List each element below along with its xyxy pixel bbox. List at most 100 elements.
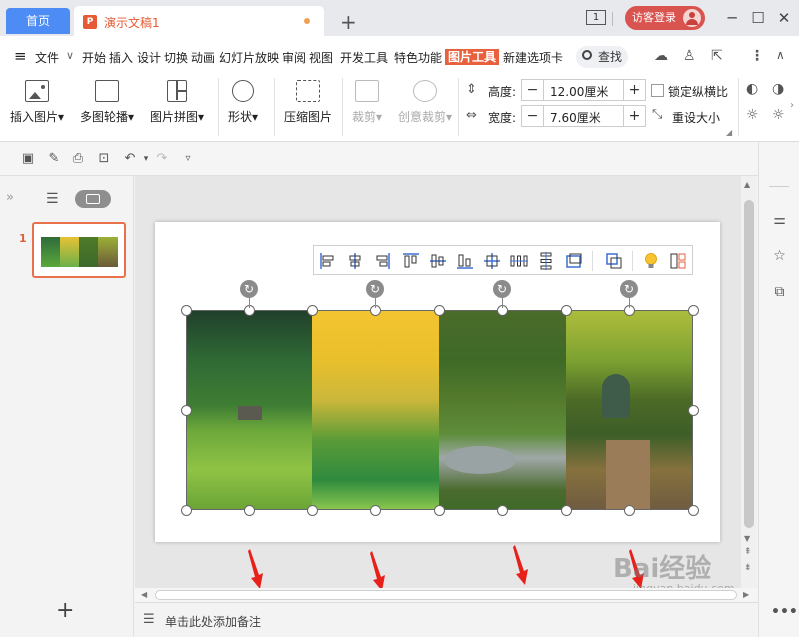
print-preview-icon[interactable]: ⊡ bbox=[96, 151, 112, 167]
tab-document[interactable]: P 演示文稿1 bbox=[74, 6, 324, 36]
align-center-icon[interactable] bbox=[345, 251, 365, 271]
height-decrease-button[interactable]: − bbox=[522, 80, 544, 100]
garden-path-image[interactable] bbox=[566, 310, 693, 510]
slide-thumbnail[interactable] bbox=[32, 222, 126, 278]
resize-handle[interactable] bbox=[180, 404, 192, 416]
multi-carousel-button[interactable]: 多图轮播▾ bbox=[80, 80, 134, 125]
distribute-vertical-icon[interactable] bbox=[536, 251, 556, 271]
chevron-down-icon[interactable]: ∨ bbox=[66, 48, 74, 64]
height-increase-button[interactable]: + bbox=[623, 80, 645, 100]
resize-handle[interactable] bbox=[560, 504, 572, 516]
lock-ratio-checkbox[interactable] bbox=[651, 84, 664, 97]
minimize-button[interactable]: ─ bbox=[722, 8, 742, 28]
resize-handle[interactable] bbox=[623, 504, 635, 516]
resize-handle[interactable] bbox=[180, 304, 192, 316]
resize-handle[interactable] bbox=[243, 504, 255, 516]
scroll-right-icon[interactable]: ▶ bbox=[743, 590, 749, 599]
slide-transition-icon[interactable]: ⧉ bbox=[771, 284, 788, 301]
height-field[interactable]: − 12.00厘米 + bbox=[521, 79, 646, 101]
save-icon[interactable]: ▣ bbox=[20, 151, 36, 167]
resize-handle[interactable] bbox=[306, 304, 318, 316]
insert-picture-button[interactable]: 插入图片▾ bbox=[10, 80, 64, 125]
add-slide-button[interactable]: + bbox=[56, 600, 74, 622]
picture-collage-button[interactable]: 图片拼图▾ bbox=[150, 80, 204, 125]
window-count-button[interactable]: 1 bbox=[586, 10, 606, 25]
reset-size-button[interactable]: 重设大小 bbox=[672, 109, 720, 126]
horizontal-scroll-thumb[interactable] bbox=[155, 590, 737, 600]
outline-view-icon[interactable]: ☰ bbox=[46, 192, 59, 206]
guest-login-button[interactable]: 访客登录 bbox=[625, 6, 705, 30]
resize-handle[interactable] bbox=[496, 504, 508, 516]
menu-new-tab[interactable]: 新建选项卡 bbox=[503, 50, 563, 66]
rotate-handle-icon[interactable]: ↻ bbox=[240, 280, 258, 298]
resize-handle[interactable] bbox=[433, 504, 445, 516]
next-slide-icon[interactable]: ⇟ bbox=[744, 564, 752, 573]
maximize-button[interactable]: ☐ bbox=[748, 8, 768, 28]
align-left-icon[interactable] bbox=[318, 251, 338, 271]
color-adjust-icon[interactable]: ◐ bbox=[746, 81, 758, 97]
ribbon-scroll-right-icon[interactable]: › bbox=[790, 100, 794, 111]
contrast-icon[interactable]: ◑ bbox=[772, 81, 784, 97]
new-tab-button[interactable]: + bbox=[340, 12, 357, 32]
distribute-horizontal-icon[interactable] bbox=[509, 251, 529, 271]
properties-icon[interactable]: ⚌ bbox=[771, 212, 788, 229]
slide[interactable]: ↻ ↻ ↻ ↻ bbox=[155, 222, 720, 542]
menu-view[interactable]: 视图 bbox=[309, 50, 333, 66]
align-bottom-icon[interactable] bbox=[455, 251, 475, 271]
width-increase-button[interactable]: + bbox=[623, 106, 645, 126]
resize-handle[interactable] bbox=[687, 304, 699, 316]
tree-pond-image[interactable] bbox=[439, 310, 566, 510]
menu-special-features[interactable]: 特色功能 bbox=[394, 50, 442, 66]
tab-home[interactable]: 首页 bbox=[6, 8, 70, 34]
vertical-scrollbar[interactable]: ▲ ▼ ⇞ ⇟ bbox=[741, 176, 757, 588]
align-center-both-icon[interactable] bbox=[482, 251, 502, 271]
shape-button[interactable]: 形状▾ bbox=[228, 80, 258, 125]
menu-transitions[interactable]: 切换 bbox=[164, 50, 188, 66]
menu-review[interactable]: 审阅 bbox=[282, 50, 306, 66]
menu-design[interactable]: 设计 bbox=[137, 50, 161, 66]
rotate-handle-icon[interactable]: ↻ bbox=[366, 280, 384, 298]
grass-closeup-image[interactable] bbox=[312, 310, 439, 510]
width-decrease-button[interactable]: − bbox=[522, 106, 544, 126]
add-user-icon[interactable]: ♙ bbox=[683, 48, 696, 64]
menu-picture-tools[interactable]: 图片工具 bbox=[445, 49, 500, 65]
crop-button[interactable]: 裁剪▾ bbox=[352, 80, 382, 125]
rotate-handle-icon[interactable]: ↻ bbox=[493, 280, 511, 298]
menu-file[interactable]: 文件 bbox=[35, 50, 59, 66]
vertical-scroll-thumb[interactable] bbox=[744, 200, 754, 528]
more-icon[interactable]: ••• bbox=[771, 604, 798, 621]
align-right-icon[interactable] bbox=[372, 251, 392, 271]
resize-handle[interactable] bbox=[687, 504, 699, 516]
forest-meadow-image[interactable] bbox=[186, 310, 312, 510]
fit-to-slide-icon[interactable] bbox=[564, 251, 584, 271]
more-vertical-icon[interactable]: ⋮ bbox=[750, 48, 764, 64]
collapse-ribbon-icon[interactable]: ∧ bbox=[776, 48, 785, 62]
expand-panel-icon[interactable]: » bbox=[6, 190, 14, 205]
redo-icon[interactable]: ↷ bbox=[154, 151, 170, 167]
print-icon[interactable]: ⎙ bbox=[70, 151, 86, 167]
menu-insert[interactable]: 插入 bbox=[109, 50, 133, 66]
resize-handle[interactable] bbox=[180, 504, 192, 516]
menu-slideshow[interactable]: 幻灯片放映 bbox=[219, 50, 279, 66]
resize-handle[interactable] bbox=[687, 404, 699, 416]
close-button[interactable]: ✕ bbox=[774, 8, 794, 28]
hamburger-icon[interactable]: ≡ bbox=[14, 48, 27, 64]
scroll-up-icon[interactable]: ▲ bbox=[744, 180, 750, 189]
rotate-handle-icon[interactable]: ↻ bbox=[620, 280, 638, 298]
scroll-down-icon[interactable]: ▼ bbox=[744, 534, 750, 543]
menu-home[interactable]: 开始 bbox=[82, 50, 106, 66]
notes-bar[interactable]: ☰ 单击此处添加备注 bbox=[135, 602, 758, 637]
menu-animations[interactable]: 动画 bbox=[191, 50, 215, 66]
animation-star-icon[interactable]: ☆ bbox=[771, 248, 788, 265]
resize-handle[interactable] bbox=[306, 504, 318, 516]
creative-crop-button[interactable]: 创意裁剪▾ bbox=[398, 80, 452, 125]
resize-handle[interactable] bbox=[560, 304, 572, 316]
scroll-left-icon[interactable]: ◀ bbox=[141, 590, 147, 599]
cloud-icon[interactable]: ☁ bbox=[654, 48, 668, 64]
align-middle-icon[interactable] bbox=[428, 251, 448, 271]
notes-placeholder[interactable]: 单击此处添加备注 bbox=[165, 613, 261, 630]
brightness-down-icon[interactable]: ☼ bbox=[772, 107, 785, 123]
resize-handle[interactable] bbox=[369, 504, 381, 516]
search-button[interactable]: 查找 bbox=[576, 46, 628, 68]
lightbulb-icon[interactable] bbox=[641, 251, 661, 271]
